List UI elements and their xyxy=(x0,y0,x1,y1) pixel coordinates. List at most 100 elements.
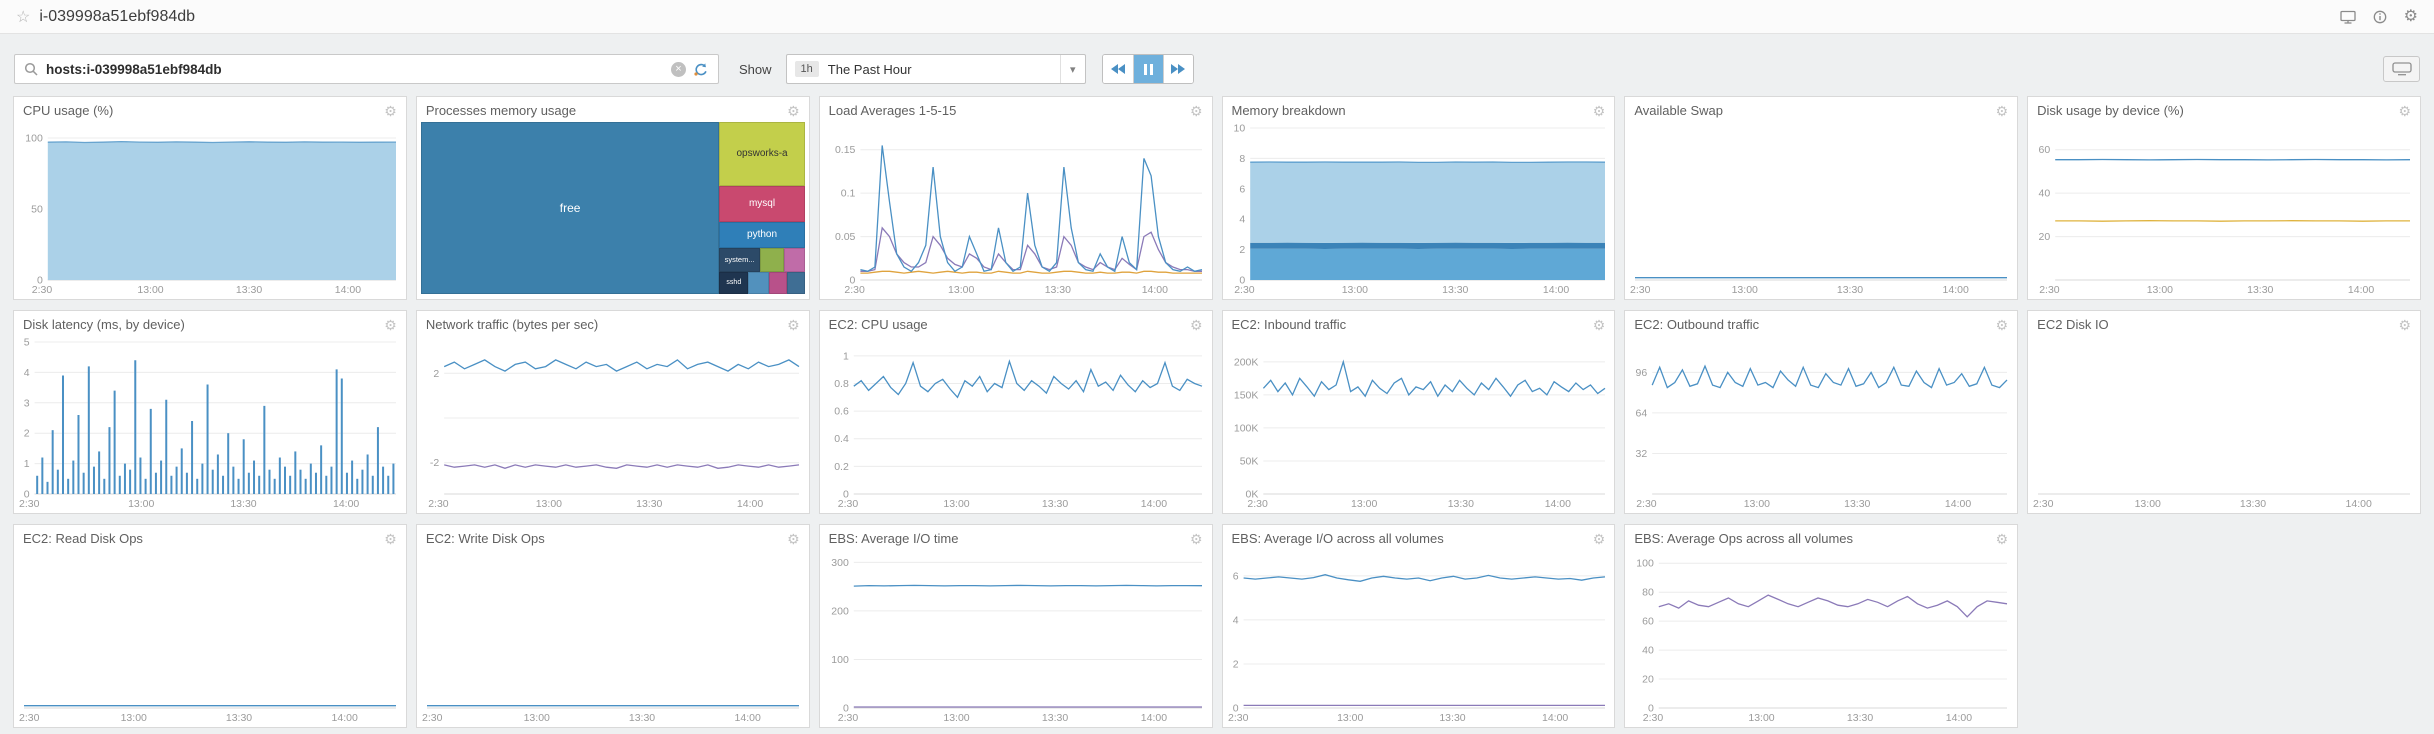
widget-header: Disk usage by device (%) ⚙ xyxy=(2028,97,2420,120)
tv-mode-button[interactable] xyxy=(2383,56,2420,82)
widget-gear-icon[interactable]: ⚙ xyxy=(384,318,397,332)
widget-gear-icon[interactable]: ⚙ xyxy=(1996,104,2009,118)
pause-icon xyxy=(1143,63,1147,75)
widget-title: Processes memory usage xyxy=(425,103,577,118)
clear-search-icon[interactable]: × xyxy=(671,61,686,77)
svg-text:64: 64 xyxy=(1636,407,1648,419)
chart-canvas: 2:30 13:00 13:30 14:00 xyxy=(19,705,396,724)
widget-chart: 0 0.05 0.1 0.15 2:30 13:00 13:30 14:00 xyxy=(822,120,1210,297)
treemap-block-system...[interactable]: system... xyxy=(719,247,760,272)
widget-memory-breakdown[interactable]: Memory breakdown ⚙ 0 2 4 6 8 10 2:30 13:00 13:30… xyxy=(1221,96,1616,300)
widget-ec2-outbound-traffic[interactable]: EC2: Outbound traffic ⚙ 32 64 96 2:30 13:00 1… xyxy=(1624,310,2019,514)
widget-title: EC2 Disk IO xyxy=(2037,317,2109,332)
svg-text:0.2: 0.2 xyxy=(834,461,849,473)
widget-ebs-average-i-o-across-all-volumes[interactable]: EBS: Average I/O across all volumes ⚙ 02… xyxy=(1221,524,1616,728)
favorite-star-icon[interactable]: ☆ xyxy=(16,7,30,27)
chart-canvas: 00.20.40.60.812:30 13:00 13:30 14:00 xyxy=(834,350,1202,510)
widget-gear-icon[interactable]: ⚙ xyxy=(1593,104,1606,118)
widget-title: EBS: Average I/O across all volumes xyxy=(1231,531,1444,546)
widget-ec2-disk-io[interactable]: EC2 Disk IO ⚙ 2:30 13:00 13:30 14:00 xyxy=(2027,310,2421,514)
widget-gear-icon[interactable]: ⚙ xyxy=(1593,532,1606,546)
widget-gear-icon[interactable]: ⚙ xyxy=(1996,318,2009,332)
widget-ebs-average-i-o-time[interactable]: EBS: Average I/O time ⚙ 0 100 200 300 2:30 13… xyxy=(818,524,1213,728)
svg-text:100: 100 xyxy=(25,132,43,144)
widget-gear-icon[interactable]: ⚙ xyxy=(1593,318,1606,332)
treemap-block-python[interactable]: python xyxy=(719,221,805,248)
widget-gear-icon[interactable]: ⚙ xyxy=(1190,318,1203,332)
widget-processes-memory-usage[interactable]: Processes memory usage ⚙ free opsworks-a m… xyxy=(415,96,810,300)
svg-text:13:30: 13:30 xyxy=(1042,712,1068,724)
widget-gear-icon[interactable]: ⚙ xyxy=(384,104,397,118)
widget-disk-latency-ms-by-device[interactable]: Disk latency (ms, by device) ⚙ 0 1 2 3 4 5 2:3… xyxy=(13,310,407,514)
widget-header: EC2: Write Disk Ops ⚙ xyxy=(417,525,809,548)
widget-ec2-cpu-usage[interactable]: EC2: CPU usage ⚙ 0 0.2 0.4 0.6 0.8 1 2:30 13:00… xyxy=(818,310,1213,514)
widget-ec2-read-disk-ops[interactable]: EC2: Read Disk Ops ⚙ 2:30 13:00 13:30 14:00 xyxy=(13,524,407,728)
search-icon xyxy=(24,62,39,77)
svg-text:2:30: 2:30 xyxy=(837,712,858,724)
treemap-block-item[interactable] xyxy=(787,271,805,294)
treemap-block-item[interactable] xyxy=(748,271,770,294)
widget-ec2-write-disk-ops[interactable]: EC2: Write Disk Ops ⚙ 2:30 13:00 13:30 14:0… xyxy=(415,524,810,728)
svg-text:13:00: 13:00 xyxy=(1337,712,1363,724)
svg-text:2:30: 2:30 xyxy=(2039,284,2060,296)
pause-button[interactable] xyxy=(1132,55,1163,83)
chart-canvas: 2:30 13:00 13:30 14:00 xyxy=(422,705,799,724)
svg-text:2:30: 2:30 xyxy=(1247,498,1268,510)
svg-text:200K: 200K xyxy=(1233,356,1258,368)
widget-ec2-inbound-traffic[interactable]: EC2: Inbound traffic ⚙ 0K 50K 100K 150K 200K… xyxy=(1221,310,1616,514)
treemap-block-opsworks-a[interactable]: opsworks-a xyxy=(719,122,805,186)
dashboard-page: ☆ i-039998a51ebf984db ⚙ × Show 1h T xyxy=(0,0,2434,728)
svg-text:14:00: 14:00 xyxy=(1140,498,1166,510)
svg-text:14:00: 14:00 xyxy=(1140,712,1166,724)
screen-share-icon[interactable] xyxy=(2340,10,2356,24)
svg-text:14:00: 14:00 xyxy=(1141,284,1167,296)
treemap-block-item[interactable] xyxy=(783,247,805,272)
widget-gear-icon[interactable]: ⚙ xyxy=(787,104,800,118)
widget-header: EBS: Average I/O across all volumes ⚙ xyxy=(1223,525,1615,548)
widget-load-averages-1-5-15[interactable]: Load Averages 1-5-15 ⚙ 0 0.05 0.1 0.15 2:30 1… xyxy=(818,96,1213,300)
treemap-block-sshd[interactable]: sshd xyxy=(719,271,749,294)
chart-canvas: 2 -2 2:30 13:00 13:30 14:00 xyxy=(428,359,800,510)
svg-text:0.6: 0.6 xyxy=(834,406,849,418)
info-icon[interactable] xyxy=(2373,10,2387,24)
search-input[interactable] xyxy=(46,61,664,77)
svg-text:0.15: 0.15 xyxy=(835,144,856,156)
widget-gear-icon[interactable]: ⚙ xyxy=(1190,532,1203,546)
widget-title: Network traffic (bytes per sec) xyxy=(425,317,599,332)
widget-ebs-average-ops-across-all-volumes[interactable]: EBS: Average Ops across all volumes ⚙ 02… xyxy=(1624,524,2019,728)
svg-text:50: 50 xyxy=(31,203,43,215)
page-header: ☆ i-039998a51ebf984db ⚙ xyxy=(0,0,2434,34)
widget-cpu-usage[interactable]: CPU usage (%) ⚙ 0 50 100 2:30 13:00 13:30 14:0… xyxy=(13,96,407,300)
chart-canvas: 2:30 13:00 13:30 14:00 xyxy=(1630,277,2008,296)
widget-gear-icon[interactable]: ⚙ xyxy=(1996,532,2009,546)
widget-disk-usage-by-device[interactable]: Disk usage by device (%) ⚙ 20 40 60 2:30 13:… xyxy=(2027,96,2421,300)
timeframe-select[interactable]: 1h The Past Hour ▾ xyxy=(785,54,1086,84)
widget-gear-icon[interactable]: ⚙ xyxy=(384,532,397,546)
widget-gear-icon[interactable]: ⚙ xyxy=(787,318,800,332)
widget-header: EBS: Average I/O time ⚙ xyxy=(820,525,1212,548)
widget-available-swap[interactable]: Available Swap ⚙ 2:30 13:00 13:30 14:00 xyxy=(1624,96,2019,300)
svg-text:2:30: 2:30 xyxy=(2033,498,2054,510)
widget-chart: 0K 50K 100K 150K 200K 2:30 13:00 13:30 14:00 xyxy=(1225,334,1613,511)
svg-text:2:30: 2:30 xyxy=(422,712,443,724)
treemap-block-free[interactable]: free xyxy=(420,122,720,294)
refresh-icon[interactable] xyxy=(693,62,709,77)
svg-text:13:00: 13:00 xyxy=(2135,498,2161,510)
rewind-button[interactable] xyxy=(1102,55,1133,83)
widget-gear-icon[interactable]: ⚙ xyxy=(2398,318,2411,332)
forward-button[interactable] xyxy=(1162,55,1193,83)
settings-gear-icon[interactable]: ⚙ xyxy=(2404,8,2418,25)
widget-header: Available Swap ⚙ xyxy=(1625,97,2017,120)
treemap-block-mysql[interactable]: mysql xyxy=(719,185,805,222)
forward-icon xyxy=(1171,64,1186,74)
svg-text:14:00: 14:00 xyxy=(1945,498,1971,510)
widget-title: EBS: Average Ops across all volumes xyxy=(1634,531,1854,546)
svg-text:13:00: 13:00 xyxy=(137,284,163,296)
treemap-block-item[interactable] xyxy=(769,271,788,294)
widget-gear-icon[interactable]: ⚙ xyxy=(787,532,800,546)
show-label: Show xyxy=(739,61,772,77)
widget-gear-icon[interactable]: ⚙ xyxy=(2398,104,2411,118)
treemap-block-item[interactable] xyxy=(759,247,784,272)
widget-network-traffic-bytes-per-sec[interactable]: Network traffic (bytes per sec) ⚙ 2 -2 2:3… xyxy=(415,310,810,514)
widget-gear-icon[interactable]: ⚙ xyxy=(1190,104,1203,118)
